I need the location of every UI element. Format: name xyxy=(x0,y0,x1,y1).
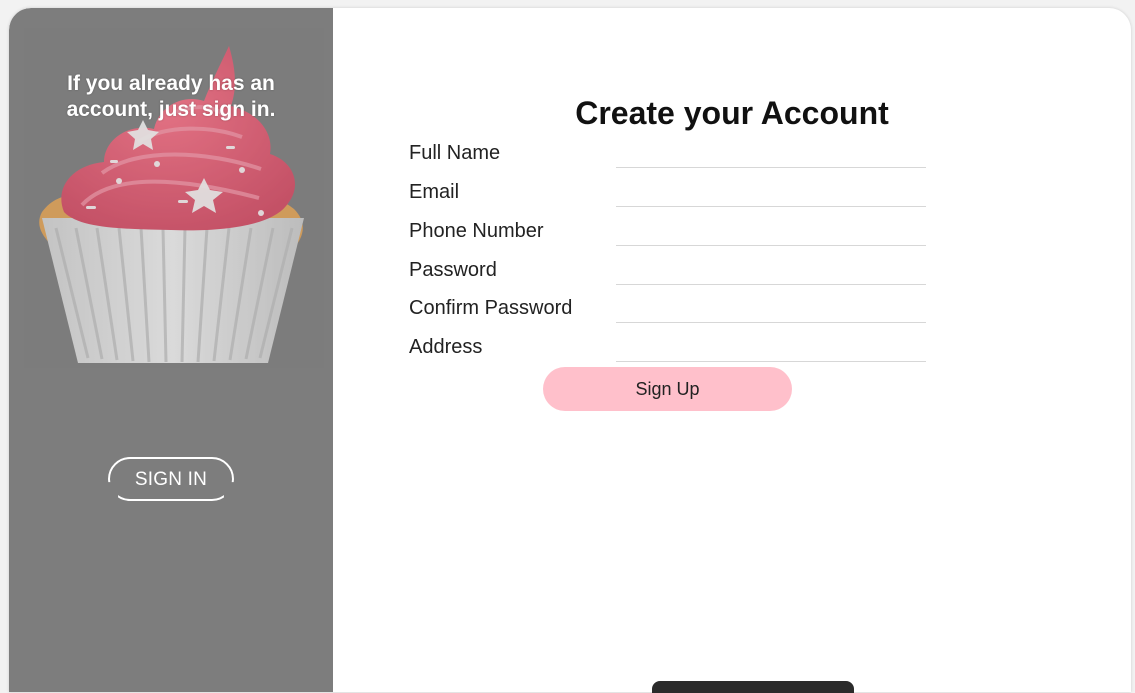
full-name-label: Full Name xyxy=(409,142,501,164)
signin-button[interactable]: SIGN IN xyxy=(108,457,234,501)
confirm-password-row: Confirm Password xyxy=(409,296,926,334)
email-input[interactable] xyxy=(616,180,926,207)
confirm-password-label: Confirm Password xyxy=(409,297,573,319)
full-name-input[interactable] xyxy=(616,141,926,168)
full-name-row: Full Name xyxy=(409,141,926,179)
phone-number-label: Phone Number xyxy=(409,220,544,242)
signin-panel: If you already has an account, just sign… xyxy=(9,8,333,692)
address-input[interactable] xyxy=(616,335,926,362)
page-title: Create your Account xyxy=(575,95,889,131)
signup-button[interactable]: Sign Up xyxy=(543,367,792,411)
confirm-password-input[interactable] xyxy=(616,296,926,323)
signup-card: If you already has an account, just sign… xyxy=(9,8,1131,692)
email-row: Email xyxy=(409,180,926,218)
bottom-bar xyxy=(652,681,854,693)
email-label: Email xyxy=(409,181,460,203)
password-row: Password xyxy=(409,258,926,296)
phone-number-input[interactable] xyxy=(616,219,926,246)
phone-number-row: Phone Number xyxy=(409,219,926,257)
password-input[interactable] xyxy=(616,258,926,285)
address-label: Address xyxy=(409,336,483,358)
password-label: Password xyxy=(409,259,497,281)
signin-message: If you already has an account, just sign… xyxy=(66,72,276,121)
